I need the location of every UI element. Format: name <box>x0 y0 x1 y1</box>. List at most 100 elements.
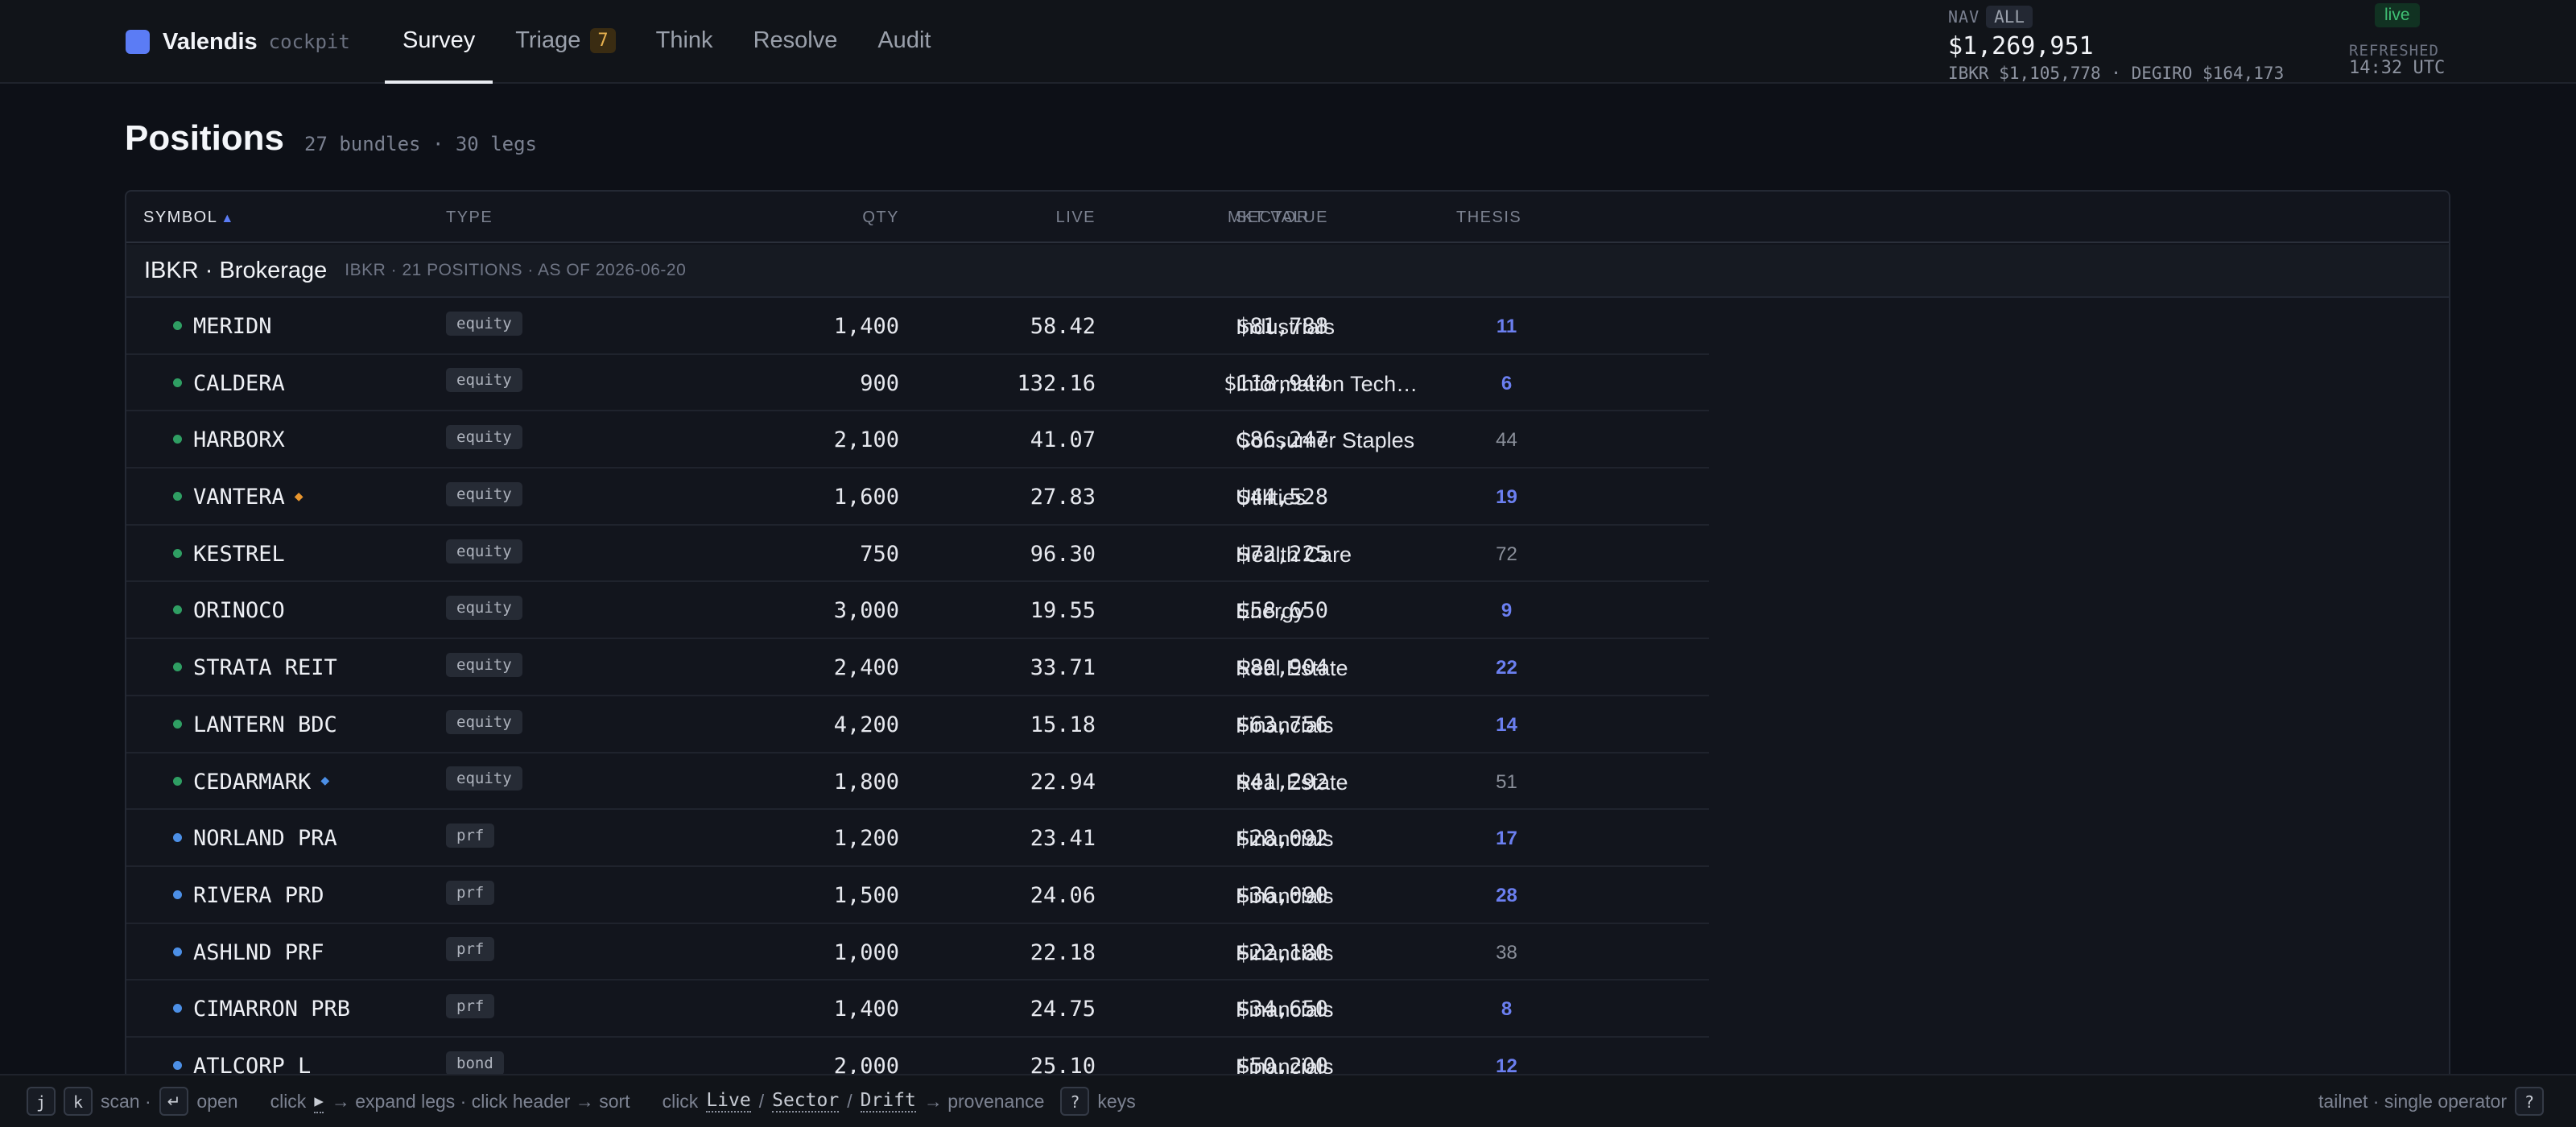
sector-cell[interactable]: Consumer Staples <box>1236 411 1437 466</box>
type-badge: equity <box>446 539 522 564</box>
column-header-thesis[interactable]: THESIS <box>1456 192 1521 243</box>
symbol-cell: RIVERA PRD <box>173 867 324 922</box>
column-header-symbol[interactable]: SYMBOL ▲ <box>143 192 235 243</box>
tab-resolve[interactable]: Resolve <box>736 0 856 84</box>
symbol-cell: KESTREL <box>173 526 285 580</box>
sector-cell[interactable]: Financials <box>1236 867 1437 922</box>
live-price-cell[interactable]: 24.06 <box>931 867 1096 922</box>
sector-cell[interactable]: Financials <box>1236 810 1437 865</box>
thesis-cell[interactable]: 22 <box>1456 639 1557 694</box>
help-key-right[interactable]: ? <box>2515 1087 2544 1116</box>
table-row[interactable]: MERIDN equity 1,400 58.42 $81,788 Industrials… <box>126 298 1709 355</box>
sector-cell[interactable]: Real Estate <box>1236 753 1437 808</box>
live-price-cell[interactable]: 96.30 <box>931 526 1096 580</box>
provenance-sector-link[interactable]: Sector <box>772 1090 840 1113</box>
qty-cell: 2,400 <box>833 655 899 681</box>
page-subtitle: 27 bundles · 30 legs <box>304 133 537 155</box>
sector-cell[interactable]: Financials <box>1236 924 1437 979</box>
group-meta: IBKR · 21 POSITIONS · AS OF 2026-06-20 <box>345 261 687 279</box>
symbol-label: RIVERA PRD <box>193 882 324 908</box>
table-row[interactable]: ORINOCO equity 3,000 19.55 $58,650 Energy 9 <box>126 582 1709 640</box>
type-cell: equity <box>446 355 522 410</box>
live-price-cell[interactable]: 33.71 <box>931 639 1096 694</box>
table-row[interactable]: STRATA REIT equity 2,400 33.71 $80,904 Real E… <box>126 639 1709 696</box>
sector-cell[interactable]: Real Estate <box>1236 639 1437 694</box>
positions-table: SYMBOL ▲ TYPE QTY LIVE MKT VALUE SECTOR T… <box>125 190 2450 1127</box>
table-row[interactable]: CEDARMARK ◆ equity 1,800 22.94 $41,292 Real Es… <box>126 753 1709 811</box>
key-k[interactable]: k <box>64 1087 93 1116</box>
thesis-cell[interactable]: 8 <box>1456 980 1557 1035</box>
table-row[interactable]: NORLAND PRA prf 1,200 23.41 $28,092 Financial… <box>126 810 1709 867</box>
live-price-cell[interactable]: 132.16 <box>931 355 1096 410</box>
refreshed-label: REFRESHED <box>2349 42 2439 60</box>
sector-cell[interactable]: Industrials <box>1236 298 1437 353</box>
table-row[interactable]: CIMARRON PRB prf 1,400 24.75 $34,650 Financia… <box>126 980 1709 1038</box>
type-badge: equity <box>446 709 522 734</box>
sector-cell[interactable]: Health Care <box>1236 526 1437 580</box>
symbol-cell: CIMARRON PRB <box>173 980 350 1035</box>
table-row[interactable]: HARBORX equity 2,100 41.07 $86,247 Consumer S… <box>126 411 1709 469</box>
tab-triage[interactable]: Triage 7 <box>497 0 633 84</box>
live-price-cell[interactable]: 22.18 <box>931 924 1096 979</box>
live-price-cell[interactable]: 24.75 <box>931 980 1096 1035</box>
table-row[interactable]: KESTREL equity 750 96.30 $72,225 Health Care 7… <box>126 526 1709 583</box>
keys-hint: keys <box>1097 1090 1136 1112</box>
thesis-cell[interactable]: 9 <box>1456 582 1557 637</box>
column-header-live[interactable]: LIVE <box>931 192 1096 243</box>
provenance-live-link[interactable]: Live <box>706 1090 751 1113</box>
key-j[interactable]: j <box>27 1087 56 1116</box>
key-help[interactable]: ? <box>1060 1087 1090 1116</box>
live-price-cell[interactable]: 15.18 <box>931 696 1096 751</box>
flag-diamond-icon: ◆ <box>294 487 303 505</box>
thesis-cell[interactable]: 14 <box>1456 696 1557 751</box>
qty-cell: 1,000 <box>833 939 899 965</box>
live-price-cell[interactable]: 19.55 <box>931 582 1096 637</box>
table-row[interactable]: CALDERA equity 900 132.16 $118,944 Informatio… <box>126 355 1709 412</box>
type-badge: prf <box>446 937 495 962</box>
tab-survey[interactable]: Survey <box>385 0 493 84</box>
nav-scope-toggle[interactable]: ALL <box>1986 6 2033 28</box>
thesis-cell[interactable]: 17 <box>1456 810 1557 865</box>
live-price-cell[interactable]: 41.07 <box>931 411 1096 466</box>
brand[interactable]: Valendis cockpit <box>126 27 350 56</box>
thesis-cell[interactable]: 28 <box>1456 867 1557 922</box>
sector-cell[interactable]: Financials <box>1236 696 1437 751</box>
provenance-hint-a: click <box>662 1090 699 1112</box>
thesis-cell[interactable]: 19 <box>1456 469 1557 523</box>
thesis-cell[interactable]: 11 <box>1456 298 1557 353</box>
table-row[interactable]: VANTERA ◆ equity 1,600 27.83 $44,528 Utilities… <box>126 469 1709 526</box>
live-price-cell[interactable]: 22.94 <box>931 753 1096 808</box>
table-row[interactable]: LANTERN BDC equity 4,200 15.18 $63,756 Financ… <box>126 696 1709 753</box>
group-row-ibkr[interactable]: IBKR · Brokerage IBKR · 21 POSITIONS · A… <box>126 245 2449 298</box>
table-row[interactable]: RIVERA PRD prf 1,500 24.06 $36,090 Financials… <box>126 867 1709 924</box>
key-enter[interactable]: ↵ <box>159 1087 189 1116</box>
column-header-sector[interactable]: SECTOR <box>1236 192 1310 243</box>
thesis-cell[interactable]: 6 <box>1456 355 1557 410</box>
thesis-score: 51 <box>1496 770 1517 793</box>
tab-think[interactable]: Think <box>638 0 731 84</box>
provenance-drift-link[interactable]: Drift <box>860 1090 916 1113</box>
expand-hint-b: → expand legs · click header → sort <box>331 1090 630 1112</box>
nav-breakdown: IBKR $1,105,778 · DEGIRO $164,173 <box>1948 64 2285 83</box>
live-price-cell[interactable]: 58.42 <box>931 298 1096 353</box>
main-nav: Survey Triage 7 Think Resolve Audit <box>385 0 953 84</box>
sector-cell[interactable]: Financials <box>1236 980 1437 1035</box>
table-row[interactable]: ASHLND PRF prf 1,000 22.18 $22,180 Financials… <box>126 924 1709 981</box>
sector-cell[interactable]: Energy <box>1236 582 1437 637</box>
live-price-cell[interactable]: 27.83 <box>931 469 1096 523</box>
tab-audit[interactable]: Audit <box>860 0 948 84</box>
sector-cell[interactable]: Information Tech… <box>1236 355 1437 410</box>
tab-triage-label: Triage <box>515 27 581 53</box>
live-price-cell[interactable]: 23.41 <box>931 810 1096 865</box>
type-cell: equity <box>446 582 522 637</box>
type-badge: prf <box>446 880 495 905</box>
symbol-label: KESTREL <box>193 541 285 567</box>
sector-cell[interactable]: Utilities <box>1236 469 1437 523</box>
status-dot-icon <box>173 1060 182 1070</box>
status-dot-icon <box>173 321 182 330</box>
nav-total: $1,269,951 <box>1948 32 2094 60</box>
column-header-type[interactable]: TYPE <box>446 192 493 243</box>
status-dot-icon <box>173 776 182 786</box>
top-bar: Valendis cockpit Survey Triage 7 Think R… <box>0 0 2576 84</box>
column-header-qty[interactable]: QTY <box>738 192 899 243</box>
